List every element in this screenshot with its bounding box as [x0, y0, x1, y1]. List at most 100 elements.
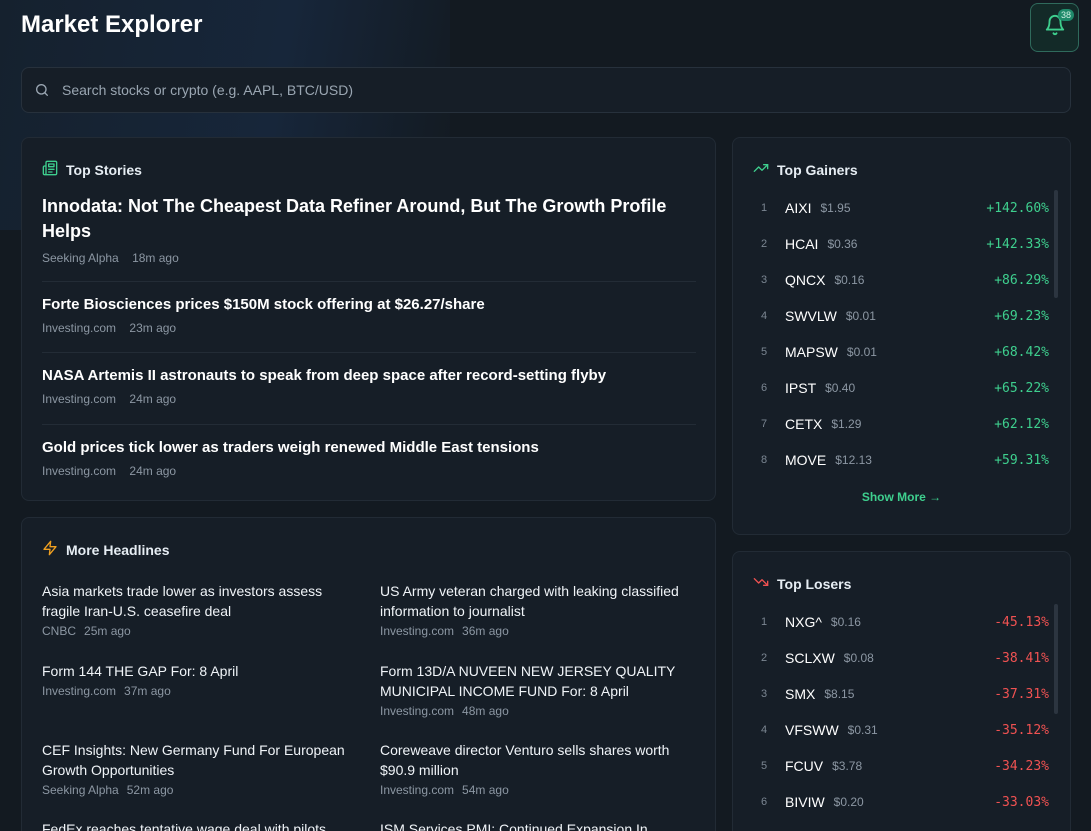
row-symbol: FCUV — [785, 758, 824, 774]
row-change: -34.23% — [994, 758, 1049, 774]
row-symbol: VFSWW — [785, 722, 839, 738]
row-change: +68.42% — [994, 344, 1049, 360]
search-input[interactable] — [62, 82, 1070, 98]
row-price: $3.78 — [832, 759, 863, 773]
headline-title[interactable]: Form 13D/A NUVEEN NEW JERSEY QUALITY MUN… — [380, 661, 690, 701]
row-rank: 1 — [761, 616, 768, 628]
lead-story-meta: Seeking Alpha 18m ago — [42, 251, 179, 265]
headline-time: 37m ago — [124, 684, 171, 698]
row-symbol: MOVE — [785, 452, 827, 468]
story-source: Seeking Alpha — [42, 251, 119, 265]
gainers-scrollbar[interactable] — [1054, 190, 1058, 298]
gainer-row[interactable]: 1 AIXI $1.95 +142.60% — [753, 190, 1049, 226]
row-rank: 5 — [761, 346, 768, 358]
row-change: +142.33% — [986, 236, 1049, 252]
headline-item[interactable]: US Army veteran charged with leaking cla… — [380, 581, 690, 638]
show-more-link[interactable]: Show More → — [733, 490, 1070, 504]
row-rank: 1 — [761, 202, 768, 214]
row-rank: 3 — [761, 274, 768, 286]
row-price: $0.40 — [825, 381, 856, 395]
row-change: -38.41% — [994, 650, 1049, 666]
row-rank: 2 — [761, 238, 768, 250]
row-price: $0.20 — [833, 795, 864, 809]
headline-title[interactable]: ISM Services PMI: Continued Expansion In — [380, 819, 690, 831]
row-symbol: QNCX — [785, 272, 826, 288]
row-symbol: CETX — [785, 416, 823, 432]
headline-title[interactable]: Form 144 THE GAP For: 8 April — [42, 661, 352, 681]
loser-row[interactable]: 5 FCUV $3.78 -34.23% — [753, 748, 1049, 784]
losers-scrollbar[interactable] — [1054, 604, 1058, 714]
row-price: $8.15 — [824, 687, 855, 701]
headline-title[interactable]: Asia markets trade lower as investors as… — [42, 581, 352, 621]
story-item[interactable]: NASA Artemis II astronauts to speak from… — [42, 352, 696, 406]
story-time: 18m ago — [132, 251, 179, 265]
row-change: -33.03% — [994, 794, 1049, 810]
top-losers-card: Top Losers 1 NXG^ $0.16 -45.13% 2 SCLXW $0.08… — [732, 551, 1071, 831]
headline-title[interactable]: FedEx reaches tentative wage deal with p… — [42, 819, 352, 831]
story-title[interactable]: Gold prices tick lower as traders weigh … — [42, 439, 696, 456]
story-title[interactable]: NASA Artemis II astronauts to speak from… — [42, 367, 696, 384]
headline-item[interactable]: Form 13D/A NUVEEN NEW JERSEY QUALITY MUN… — [380, 661, 690, 718]
headline-time: 52m ago — [126, 783, 174, 797]
top-gainers-title: Top Gainers — [777, 161, 858, 178]
headline-item[interactable]: Form 144 THE GAP For: 8 April Investing.… — [42, 661, 352, 698]
story-meta: Investing.com 24m ago — [42, 392, 696, 406]
gainer-row[interactable]: 5 MAPSW $0.01 +68.42% — [753, 334, 1049, 370]
notifications-button[interactable]: 38 — [1030, 3, 1079, 52]
headline-meta: Investing.com 36m ago — [380, 624, 690, 638]
headline-item[interactable]: FedEx reaches tentative wage deal with p… — [42, 819, 352, 831]
row-symbol: NXG^ — [785, 614, 822, 630]
gainer-row[interactable]: 3 QNCX $0.16 +86.29% — [753, 262, 1049, 298]
headline-item[interactable]: Asia markets trade lower as investors as… — [42, 581, 352, 638]
gainer-row[interactable]: 7 CETX $1.29 +62.12% — [753, 406, 1049, 442]
loser-row[interactable]: 3 SMX $8.15 -37.31% — [753, 676, 1049, 712]
loser-row[interactable]: 2 SCLXW $0.08 -38.41% — [753, 640, 1049, 676]
row-price: $0.16 — [834, 273, 865, 287]
row-price: $0.31 — [847, 723, 878, 737]
row-symbol: MAPSW — [785, 344, 838, 360]
headline-title[interactable]: Coreweave director Venturo sells shares … — [380, 740, 690, 780]
headline-meta: Seeking Alpha 52m ago — [42, 783, 352, 797]
loser-row[interactable]: 6 BIVIW $0.20 -33.03% — [753, 784, 1049, 820]
story-source: Investing.com — [42, 392, 117, 406]
lead-story-title[interactable]: Innodata: Not The Cheapest Data Refiner … — [42, 194, 692, 244]
story-item[interactable]: Gold prices tick lower as traders weigh … — [42, 424, 696, 478]
loser-row[interactable]: 1 NXG^ $0.16 -45.13% — [753, 604, 1049, 640]
story-title[interactable]: Forte Biosciences prices $150M stock off… — [42, 296, 696, 313]
lightning-icon — [42, 540, 58, 559]
row-price: $0.01 — [846, 345, 877, 359]
row-rank: 7 — [761, 418, 768, 430]
headline-item[interactable]: Coreweave director Venturo sells shares … — [380, 740, 690, 797]
headline-item[interactable]: CEF Insights: New Germany Fund For Europ… — [42, 740, 352, 797]
headline-time: 48m ago — [462, 704, 509, 718]
top-losers-title: Top Losers — [777, 575, 852, 592]
headline-title[interactable]: US Army veteran charged with leaking cla… — [380, 581, 690, 621]
row-rank: 3 — [761, 688, 768, 700]
gainer-row[interactable]: 6 IPST $0.40 +65.22% — [753, 370, 1049, 406]
loser-row[interactable]: 4 VFSWW $0.31 -35.12% — [753, 712, 1049, 748]
headline-time: 25m ago — [84, 624, 131, 638]
headline-source: CNBC — [42, 624, 77, 638]
gainer-row[interactable]: 2 HCAI $0.36 +142.33% — [753, 226, 1049, 262]
story-item[interactable]: Forte Biosciences prices $150M stock off… — [42, 281, 696, 335]
row-price: $1.29 — [831, 417, 862, 431]
row-rank: 8 — [761, 454, 768, 466]
top-stories-header: Top Stories — [42, 160, 142, 179]
headline-title[interactable]: CEF Insights: New Germany Fund For Europ… — [42, 740, 352, 780]
gainer-row[interactable]: 8 MOVE $12.13 +59.31% — [753, 442, 1049, 478]
more-headlines-header: More Headlines — [42, 540, 169, 559]
headline-meta: Investing.com 54m ago — [380, 783, 690, 797]
search-bar[interactable] — [21, 67, 1071, 113]
headline-item[interactable]: ISM Services PMI: Continued Expansion In — [380, 819, 690, 831]
headline-time: 36m ago — [462, 624, 509, 638]
headline-source: Investing.com — [380, 783, 455, 797]
row-change: +86.29% — [994, 272, 1049, 288]
headline-meta: Investing.com 37m ago — [42, 684, 352, 698]
row-rank: 4 — [761, 724, 768, 736]
gainer-row[interactable]: 4 SWVLW $0.01 +69.23% — [753, 298, 1049, 334]
top-gainers-header: Top Gainers — [753, 160, 858, 179]
story-source: Investing.com — [42, 321, 117, 335]
story-meta: Investing.com 24m ago — [42, 464, 696, 478]
story-time: 24m ago — [129, 392, 177, 406]
top-stories-card: Top Stories Innodata: Not The Cheapest D… — [21, 137, 716, 501]
